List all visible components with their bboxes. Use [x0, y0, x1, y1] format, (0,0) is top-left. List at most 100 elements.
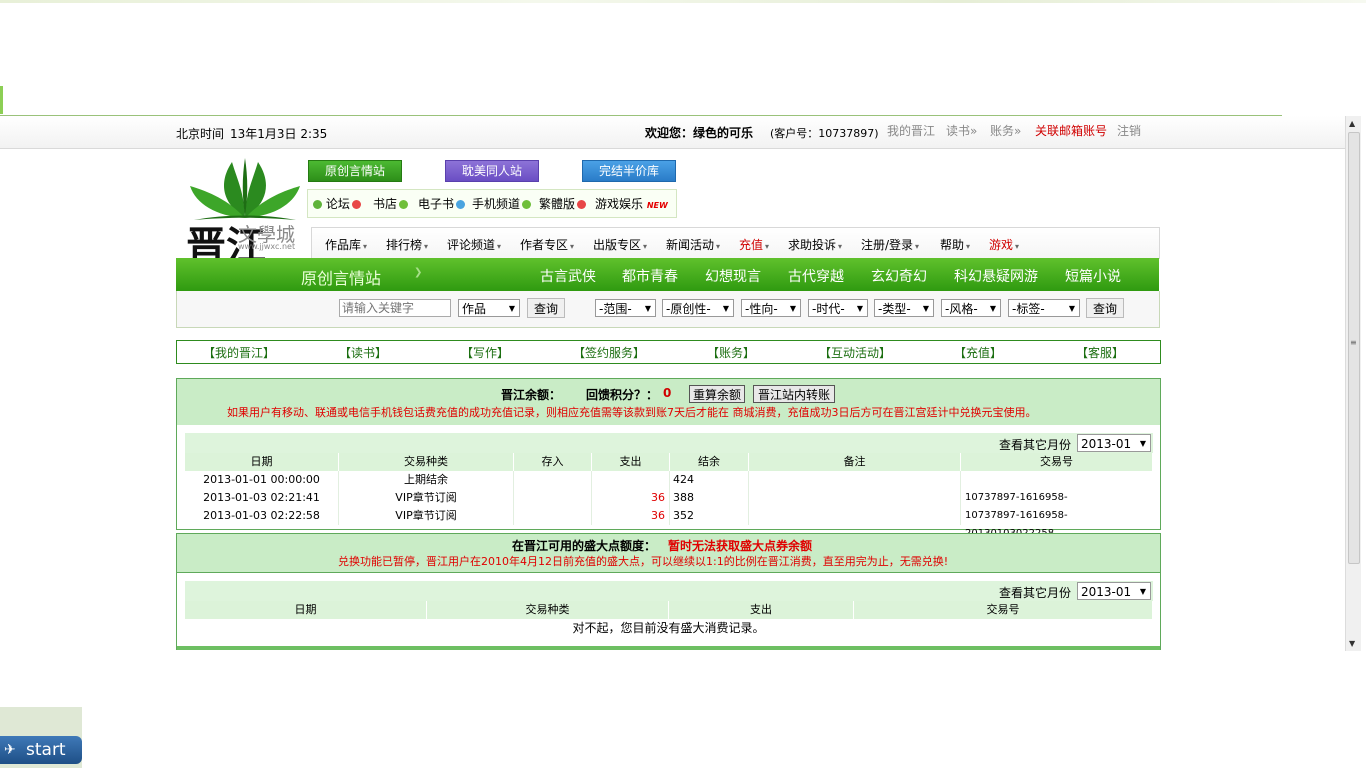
scroll-down-icon[interactable]: ▼ — [1349, 639, 1355, 648]
logo-url: www.jjwxc.net — [238, 242, 296, 251]
filter-style[interactable]: -风格- ▼ — [941, 299, 1001, 317]
header-expense: 支出 — [669, 601, 854, 619]
menu-read[interactable]: 【读书】 — [339, 344, 387, 361]
chevron-down-icon: ▾ — [838, 242, 843, 251]
dropdown-arrow-icon: ▼ — [508, 304, 515, 313]
traditional-link[interactable]: 繁體版 — [539, 195, 587, 212]
nav-recharge[interactable]: 充值 ▾ — [739, 236, 769, 253]
dropdown-arrow-icon: ▼ — [856, 304, 863, 313]
genre-urban[interactable]: 都市青春 — [622, 266, 678, 286]
nav-publishing[interactable]: 出版专区 ▾ — [593, 236, 647, 253]
cell-txn — [961, 471, 1153, 489]
genre-wuxia[interactable]: 古言武侠 — [540, 266, 596, 286]
cell-date: 2013-01-03 02:22:58 — [185, 507, 339, 525]
nav-register-login[interactable]: 注册/登录 ▾ — [861, 236, 919, 253]
menu-write[interactable]: 【写作】 — [461, 344, 509, 361]
filter-range[interactable]: -范围- ▼ — [595, 299, 656, 317]
table-row: 2013-01-03 02:22:58 VIP章节订阅 36 352 10737… — [185, 507, 1153, 539]
site-button-romance[interactable]: 原创言情站 — [308, 160, 402, 182]
chevron-down-icon: ▾ — [716, 242, 721, 251]
genre-scifi[interactable]: 科幻悬疑网游 — [954, 266, 1038, 286]
search-input[interactable] — [339, 299, 451, 317]
arrow-icon: ❯ — [414, 267, 423, 278]
genre-short[interactable]: 短篇小说 — [1065, 266, 1121, 286]
filter-search-button[interactable]: 查询 — [1086, 298, 1124, 318]
cell-date: 2013-01-03 02:21:41 — [185, 489, 339, 507]
filter-type[interactable]: -类型- ▼ — [874, 299, 934, 317]
search-type-select[interactable]: 作品 ▼ — [458, 299, 520, 317]
menu-contract[interactable]: 【签约服务】 — [573, 344, 645, 361]
balance-header: 晋江余额： 回馈积分？： 0 重算余额 晋江站内转账 如果用户有移动、联通或电信… — [177, 379, 1160, 425]
welcome-text: 欢迎您：绿色的可乐 — [645, 126, 754, 140]
nav-help[interactable]: 帮助 ▾ — [940, 236, 970, 253]
search-button[interactable]: 查询 — [527, 298, 565, 318]
points-label: 回馈积分？： — [586, 388, 659, 402]
link-account[interactable]: 账务» — [990, 122, 1021, 139]
menu-service[interactable]: 【客服】 — [1076, 344, 1124, 361]
bookstore-link[interactable]: 书店 — [373, 195, 409, 212]
table-header: 日期 交易种类 支出 交易号 — [185, 601, 1153, 619]
menu-activities[interactable]: 【互动活动】 — [819, 344, 891, 361]
month-bar: 查看其它月份 2013-01 ▼ — [185, 433, 1153, 453]
time-value: 13年1月3日 2:35 — [230, 127, 328, 141]
mobile-icon — [522, 200, 532, 209]
table-row: 2013-01-01 00:00:00 上期结余 424 — [185, 471, 1153, 489]
transfer-button[interactable]: 晋江站内转账 — [753, 385, 835, 403]
shengda-header: 在晋江可用的盛大点额度： 暂时无法获取盛大点券余额 兑换功能已暂停，晋江用户在2… — [177, 534, 1160, 573]
start-button[interactable]: ✈ start — [0, 736, 82, 764]
month-label: 查看其它月份 — [999, 438, 1072, 452]
nav-help-complaint[interactable]: 求助投诉 ▾ — [788, 236, 842, 253]
recalculate-button[interactable]: 重算余额 — [689, 385, 745, 403]
cell-remark — [749, 507, 961, 525]
link-read[interactable]: 读书» — [946, 122, 977, 139]
menu-my-jinjiang[interactable]: 【我的晋江】 — [203, 344, 275, 361]
forum-link[interactable]: 论坛 — [311, 195, 361, 212]
nav-reviews[interactable]: 评论频道 ▾ — [447, 236, 501, 253]
menu-account[interactable]: 【账务】 — [707, 344, 755, 361]
header-type: 交易种类 — [427, 601, 669, 619]
filter-tag[interactable]: -标签- ▼ — [1008, 299, 1080, 317]
cell-expense: 36 — [592, 507, 670, 525]
ebook-link[interactable]: 电子书 — [418, 195, 466, 212]
filter-orientation[interactable]: -性向- ▼ — [741, 299, 801, 317]
genre-fantasy-modern[interactable]: 幻想现言 — [705, 266, 761, 286]
link-bind-email[interactable]: 关联邮箱账号 — [1035, 122, 1107, 139]
forum-icon — [351, 200, 361, 209]
nav-ranking[interactable]: 排行榜 ▾ — [386, 236, 428, 253]
scroll-up-icon[interactable]: ▲ — [1349, 119, 1355, 128]
nav-news[interactable]: 新闻活动 ▾ — [666, 236, 720, 253]
filter-era[interactable]: -时代- ▼ — [808, 299, 868, 317]
cell-remark — [749, 489, 961, 507]
left-accent — [0, 86, 3, 114]
nav-works[interactable]: 作品库 ▾ — [325, 236, 367, 253]
scrollbar[interactable]: ▲ ≡ ▼ — [1345, 116, 1361, 651]
balance-panel: 晋江余额： 回馈积分？： 0 重算余额 晋江站内转账 如果用户有移动、联通或电信… — [176, 378, 1161, 539]
chevron-down-icon: ▾ — [915, 242, 920, 251]
scroll-thumb[interactable] — [1348, 132, 1360, 564]
link-logout[interactable]: 注销 — [1117, 122, 1141, 139]
cell-deposit — [514, 489, 592, 507]
mobile-link[interactable]: 手机频道 — [472, 195, 532, 212]
genre-time-travel[interactable]: 古代穿越 — [788, 266, 844, 286]
header-txn: 交易号 — [961, 453, 1153, 471]
nav-games[interactable]: 游戏 ▾ — [989, 236, 1019, 253]
dropdown-arrow-icon: ▼ — [1139, 439, 1146, 448]
points-value: 0 — [663, 386, 672, 400]
chevron-down-icon: ▾ — [497, 242, 502, 251]
games-link[interactable]: 游戏娱乐 NEW — [595, 195, 668, 212]
site-button-danmei[interactable]: 耽美同人站 — [445, 160, 539, 182]
cell-type: 上期结余 — [339, 471, 514, 489]
nav-authors[interactable]: 作者专区 ▾ — [520, 236, 574, 253]
genre-xuanhuan[interactable]: 玄幻奇幻 — [871, 266, 927, 286]
month-select[interactable]: 2013-01 ▼ — [1077, 434, 1151, 452]
link-my-jinjiang[interactable]: 我的晋江 — [887, 122, 935, 139]
balance-label: 晋江余额： — [501, 388, 562, 402]
site-button-halfprice[interactable]: 完结半价库 — [582, 160, 676, 182]
filter-originality[interactable]: -原创性- ▼ — [662, 299, 734, 317]
channel-title[interactable]: 原创言情站 — [301, 265, 381, 289]
menu-recharge[interactable]: 【充值】 — [954, 344, 1002, 361]
month-select[interactable]: 2013-01 ▼ — [1077, 582, 1151, 600]
cell-expense: 36 — [592, 489, 670, 507]
header-txn: 交易号 — [854, 601, 1153, 619]
traditional-icon — [577, 200, 587, 209]
